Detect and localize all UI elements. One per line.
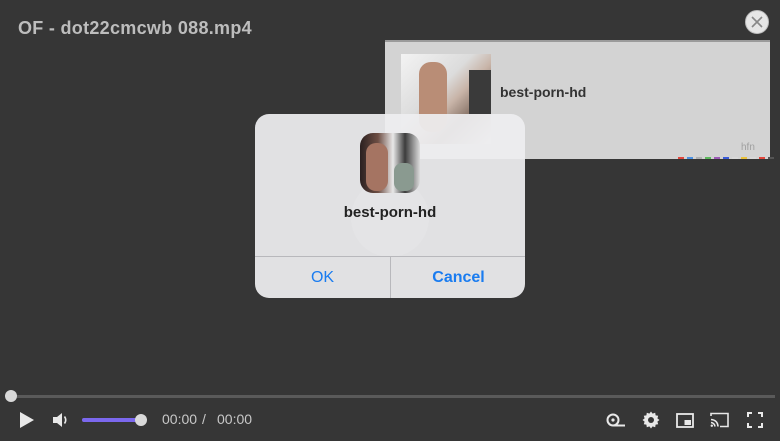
ad-brand-label: hfn — [741, 142, 755, 153]
ad-color-dot — [696, 157, 702, 159]
fullscreen-button[interactable] — [745, 410, 765, 430]
ad-color-dot — [750, 157, 756, 159]
ad-color-dot — [723, 157, 729, 159]
pip-button[interactable] — [675, 410, 695, 430]
ad-name[interactable]: best-porn-hd — [500, 84, 586, 100]
ad-color-dot — [768, 157, 774, 159]
alert-dialog: best-porn-hd OK Cancel — [255, 114, 525, 298]
ad-color-dot — [741, 157, 747, 159]
ok-button[interactable]: OK — [255, 257, 390, 298]
app-icon — [360, 133, 420, 193]
play-icon — [20, 412, 34, 428]
volume-button[interactable] — [51, 410, 71, 430]
current-time: 00:00 — [162, 411, 198, 427]
volume-thumb[interactable] — [134, 414, 147, 426]
gear-icon — [642, 411, 660, 429]
progress-bar[interactable] — [10, 395, 775, 398]
ad-color-dot — [714, 157, 720, 159]
close-icon — [751, 16, 763, 28]
close-button[interactable] — [745, 10, 769, 34]
cancel-button[interactable]: Cancel — [391, 257, 525, 298]
play-button[interactable] — [16, 409, 38, 431]
progress-thumb[interactable] — [5, 390, 17, 402]
volume-level — [82, 418, 141, 422]
video-player[interactable]: OF - dot22cmcwb 088.mp4 best-porn-hd hfn… — [0, 0, 780, 441]
cast-icon — [709, 412, 729, 428]
cast-button[interactable] — [709, 410, 729, 430]
volume-icon — [53, 413, 67, 427]
ad-color-dots — [678, 157, 774, 159]
playback-speed-button[interactable] — [606, 410, 626, 430]
video-title: OF - dot22cmcwb 088.mp4 — [18, 18, 252, 38]
playback-speed-icon — [606, 413, 625, 427]
picture-in-picture-icon — [676, 412, 694, 428]
settings-button[interactable] — [641, 410, 661, 430]
ad-color-dot — [732, 157, 738, 159]
dialog-title: best-porn-hd — [343, 204, 437, 221]
ad-color-dot — [705, 157, 711, 159]
fullscreen-icon — [747, 412, 763, 428]
time-separator: / — [202, 411, 206, 427]
ad-color-dot — [687, 157, 693, 159]
total-time: 00:00 — [217, 411, 253, 427]
ad-color-dot — [678, 157, 684, 159]
ad-color-dot — [759, 157, 765, 159]
